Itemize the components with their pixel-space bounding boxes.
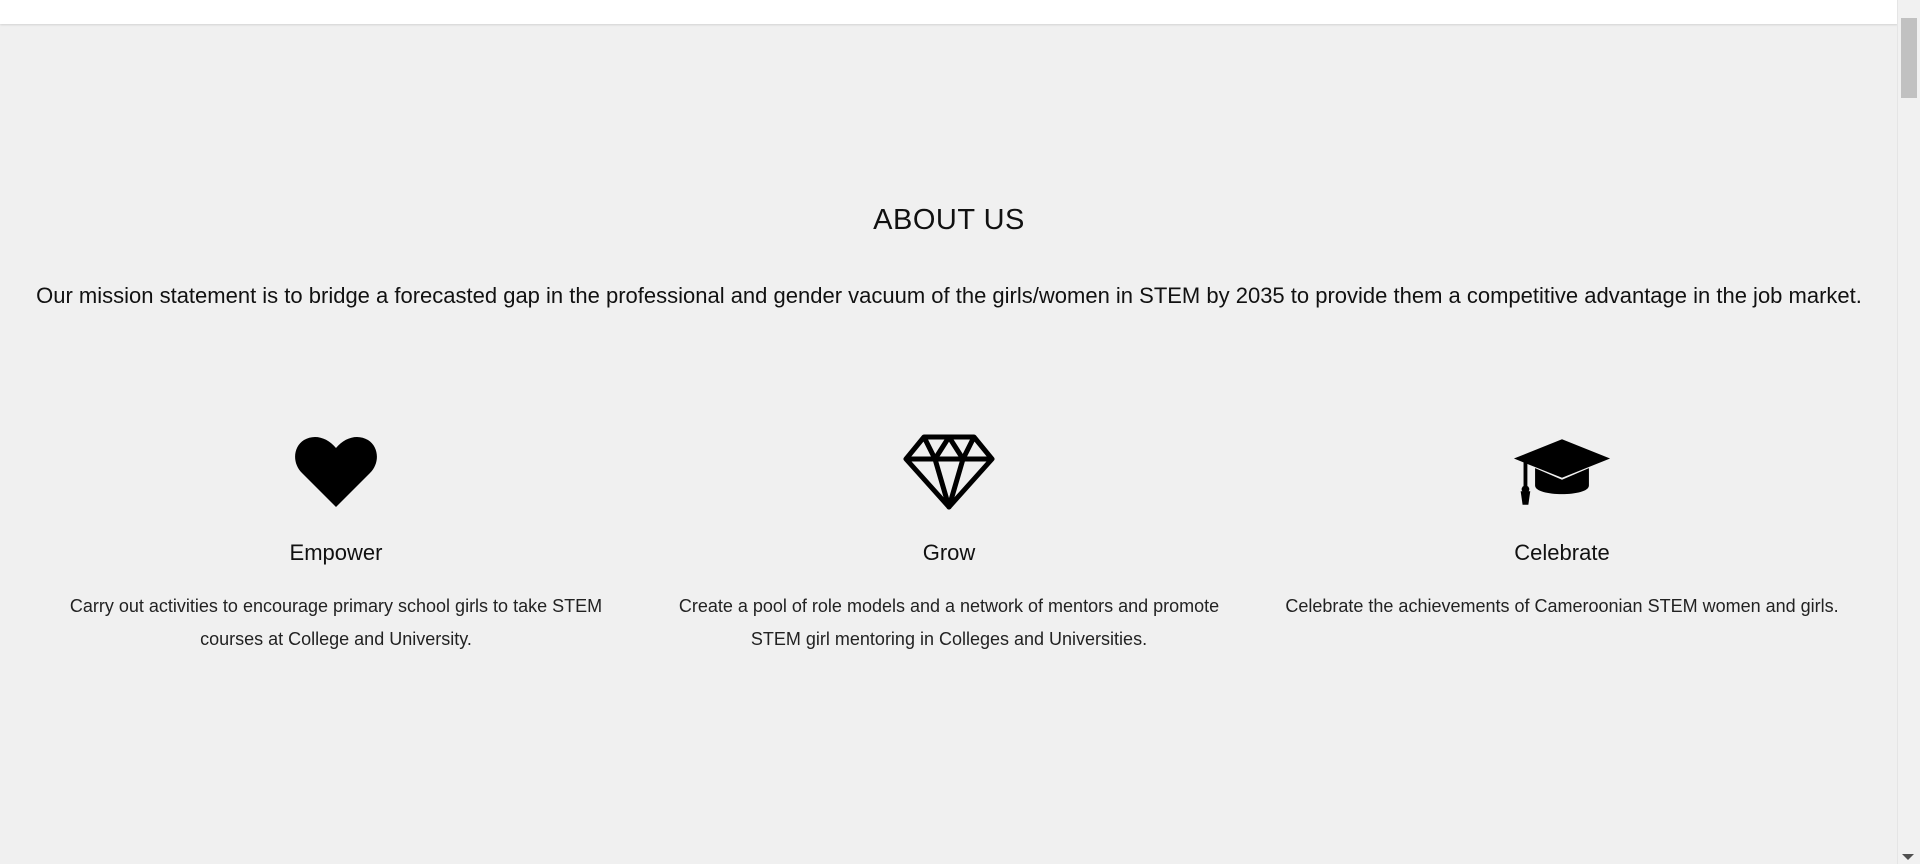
scroll-down-arrow-icon[interactable] — [1902, 854, 1914, 860]
feature-description: Celebrate the achievements of Cameroonia… — [1285, 596, 1839, 616]
feature-celebrate: Celebrate Celebrate the achievements of … — [1262, 432, 1862, 732]
feature-title: Celebrate — [1514, 540, 1610, 565]
about-section: ABOUT US Our mission statement is to bri… — [0, 24, 1898, 864]
feature-list: Empower Carry out activities to encourag… — [36, 432, 1862, 732]
feature-description: Create a pool of role models and a netwo… — [678, 596, 1220, 649]
heart-icon — [286, 432, 386, 512]
scrollbar-thumb[interactable] — [1901, 18, 1917, 98]
graduation-cap-icon — [1512, 432, 1612, 512]
diamond-icon — [899, 432, 999, 512]
vertical-scrollbar[interactable] — [1897, 0, 1920, 864]
feature-title: Empower — [289, 540, 383, 565]
feature-grow: Grow Create a pool of role models and a … — [649, 432, 1249, 732]
section-title: ABOUT US — [873, 204, 1025, 236]
feature-empower: Empower Carry out activities to encourag… — [36, 432, 636, 732]
feature-description: Carry out activities to encourage primar… — [69, 596, 603, 649]
mission-statement: Our mission statement is to bridge a for… — [36, 283, 1862, 308]
feature-title: Grow — [922, 540, 976, 565]
top-navbar — [0, 0, 1898, 24]
